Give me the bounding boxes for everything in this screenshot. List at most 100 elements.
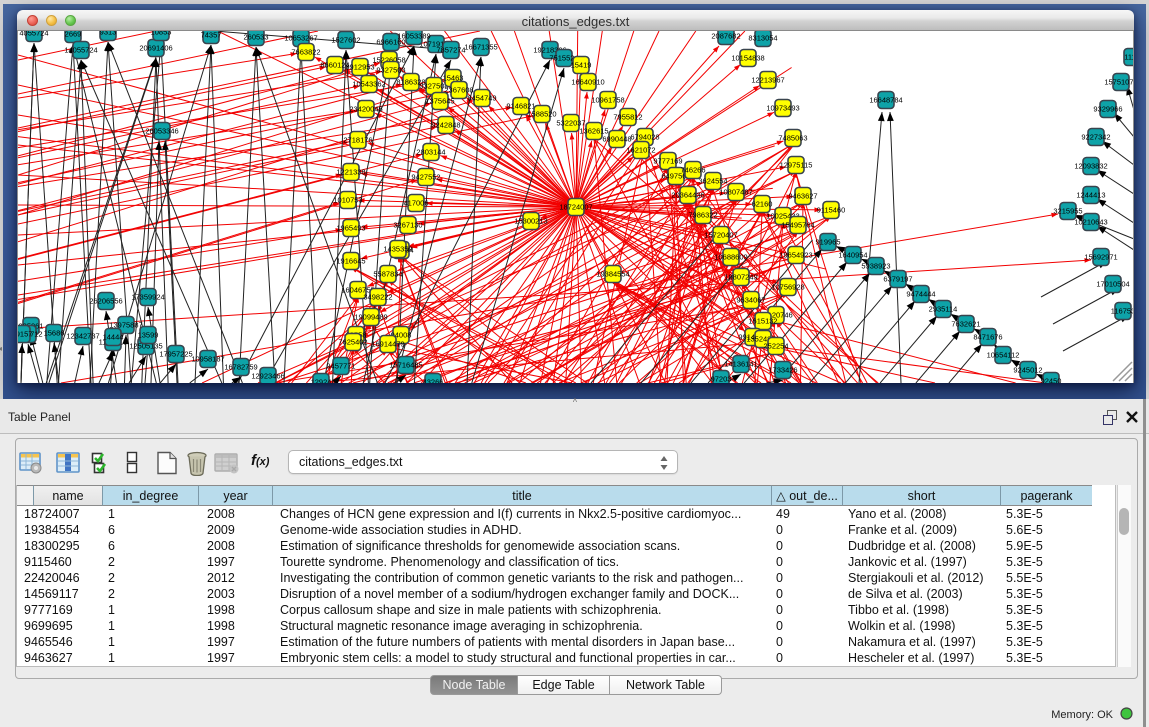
svg-text:417006: 417006 xyxy=(403,199,428,208)
svg-text:1221338: 1221338 xyxy=(336,168,365,177)
svg-text:14444: 14444 xyxy=(103,333,124,342)
svg-text:92450: 92450 xyxy=(1041,377,1062,384)
svg-text:9634067: 9634067 xyxy=(736,296,765,305)
svg-text:9313: 9313 xyxy=(100,31,117,37)
svg-text:18724007: 18724007 xyxy=(559,203,592,212)
svg-text:17010504: 17010504 xyxy=(1096,280,1129,289)
svg-text:15716485: 15716485 xyxy=(389,361,422,370)
svg-text:16914479: 16914479 xyxy=(371,340,404,349)
svg-text:15419: 15419 xyxy=(571,61,592,70)
svg-text:19099489: 19099489 xyxy=(354,313,387,322)
svg-text:260533: 260533 xyxy=(243,33,268,42)
svg-text:9242848: 9242848 xyxy=(431,121,460,130)
svg-text:15751074: 15751074 xyxy=(1104,78,1134,87)
svg-text:7663822: 7663822 xyxy=(291,48,320,57)
svg-text:9457771: 9457771 xyxy=(326,362,355,371)
svg-text:10756928: 10756928 xyxy=(771,283,804,292)
svg-text:15720407: 15720407 xyxy=(704,231,737,240)
svg-text:10807487: 10807487 xyxy=(719,188,752,197)
svg-text:10543362: 10543362 xyxy=(352,80,385,89)
svg-text:16648784: 16648784 xyxy=(869,96,902,105)
svg-text:12342737: 12342737 xyxy=(66,332,99,341)
svg-text:6379197: 6379197 xyxy=(883,275,912,284)
svg-text:6794028: 6794028 xyxy=(630,133,659,142)
svg-text:2718176: 2718176 xyxy=(343,136,372,145)
svg-text:26206556: 26206556 xyxy=(89,297,122,306)
svg-text:6990448: 6990448 xyxy=(602,135,631,144)
svg-text:39157: 39157 xyxy=(18,330,32,339)
svg-text:2935114: 2935114 xyxy=(929,305,958,314)
svg-text:16782759: 16782759 xyxy=(224,363,257,372)
svg-text:97203: 97203 xyxy=(711,375,732,384)
svg-text:10210643: 10210643 xyxy=(1074,218,1107,227)
svg-text:16053389: 16053389 xyxy=(397,32,430,41)
svg-text:10973493: 10973493 xyxy=(766,104,799,113)
svg-text:43266: 43266 xyxy=(423,378,444,384)
svg-text:7986322: 7986322 xyxy=(688,211,717,220)
svg-text:5587834: 5587834 xyxy=(373,270,402,279)
svg-text:7632621: 7632621 xyxy=(951,320,980,329)
svg-text:10961758: 10961758 xyxy=(591,96,624,105)
svg-text:8454749: 8454749 xyxy=(467,94,496,103)
svg-text:3624554: 3624554 xyxy=(698,177,727,186)
svg-text:2087682: 2087682 xyxy=(711,32,740,41)
svg-text:10154838: 10154838 xyxy=(731,54,764,63)
svg-text:17359924: 17359924 xyxy=(131,293,164,302)
svg-text:9245012: 9245012 xyxy=(1013,366,1042,375)
svg-text:1375645: 1375645 xyxy=(425,97,454,106)
svg-text:10654112: 10654112 xyxy=(987,351,1020,360)
svg-text:19654923: 19654923 xyxy=(779,251,812,260)
svg-text:26053346: 26053346 xyxy=(145,127,178,136)
svg-text:1112: 1112 xyxy=(1124,53,1134,62)
svg-text:19384554: 19384554 xyxy=(596,270,629,279)
svg-text:7485063: 7485063 xyxy=(778,134,807,143)
svg-text:1615132: 1615132 xyxy=(748,317,777,326)
svg-text:5938923: 5938923 xyxy=(861,262,890,271)
svg-text:1244413: 1244413 xyxy=(1076,191,1105,200)
svg-text:746266: 746266 xyxy=(680,166,705,175)
svg-text:1435359: 1435359 xyxy=(383,245,412,254)
svg-text:9427552: 9427552 xyxy=(411,173,440,182)
svg-text:74357: 74357 xyxy=(201,31,222,40)
svg-text:9463627: 9463627 xyxy=(788,192,817,201)
svg-text:1588520: 1588520 xyxy=(527,110,556,119)
svg-text:116753: 116753 xyxy=(1111,307,1134,316)
svg-text:2803144: 2803144 xyxy=(416,148,445,157)
svg-text:13599: 13599 xyxy=(138,331,159,340)
svg-text:12093832: 12093832 xyxy=(1074,162,1107,171)
svg-text:1527602: 1527602 xyxy=(331,36,360,45)
svg-text:12213967: 12213967 xyxy=(751,76,784,85)
svg-text:10653267: 10653267 xyxy=(284,34,317,43)
svg-text:252254: 252254 xyxy=(763,342,788,351)
svg-text:17957225: 17957225 xyxy=(159,350,192,359)
svg-text:3215955: 3215955 xyxy=(1053,207,1082,216)
svg-text:10958187: 10958187 xyxy=(191,355,224,364)
svg-text:3498222: 3498222 xyxy=(363,293,392,302)
svg-text:12924: 12924 xyxy=(311,378,332,384)
svg-text:1916645: 1916645 xyxy=(336,257,365,266)
svg-text:14136141: 14136141 xyxy=(724,360,757,369)
svg-text:9329966: 9329966 xyxy=(1093,105,1122,114)
svg-text:16671355: 16671355 xyxy=(464,43,497,52)
svg-text:8471676: 8471676 xyxy=(973,333,1002,342)
svg-text:1010753: 1010753 xyxy=(333,196,362,205)
svg-text:1733426: 1733426 xyxy=(768,366,797,375)
svg-text:15692971: 15692971 xyxy=(1084,253,1117,262)
svg-text:4055724: 4055724 xyxy=(19,31,48,38)
svg-text:8313054: 8313054 xyxy=(748,34,777,43)
svg-text:10688609: 10688609 xyxy=(714,253,747,262)
svg-text:1640954: 1640954 xyxy=(838,251,867,260)
svg-text:16640910: 16640910 xyxy=(571,78,604,87)
svg-text:3267130: 3267130 xyxy=(393,221,422,230)
svg-text:15686: 15686 xyxy=(44,329,65,338)
svg-text:9474444: 9474444 xyxy=(906,290,935,299)
svg-text:8912953: 8912953 xyxy=(345,63,374,72)
svg-text:2669: 2669 xyxy=(65,31,82,39)
svg-text:12975115: 12975115 xyxy=(780,161,813,170)
svg-text:18807249: 18807249 xyxy=(724,273,757,282)
svg-text:14055724: 14055724 xyxy=(64,46,97,55)
svg-text:20691406: 20691406 xyxy=(139,44,172,53)
svg-text:1621072: 1621072 xyxy=(626,146,655,155)
svg-text:9777169: 9777169 xyxy=(653,157,682,166)
svg-text:9115460: 9115460 xyxy=(817,206,846,215)
